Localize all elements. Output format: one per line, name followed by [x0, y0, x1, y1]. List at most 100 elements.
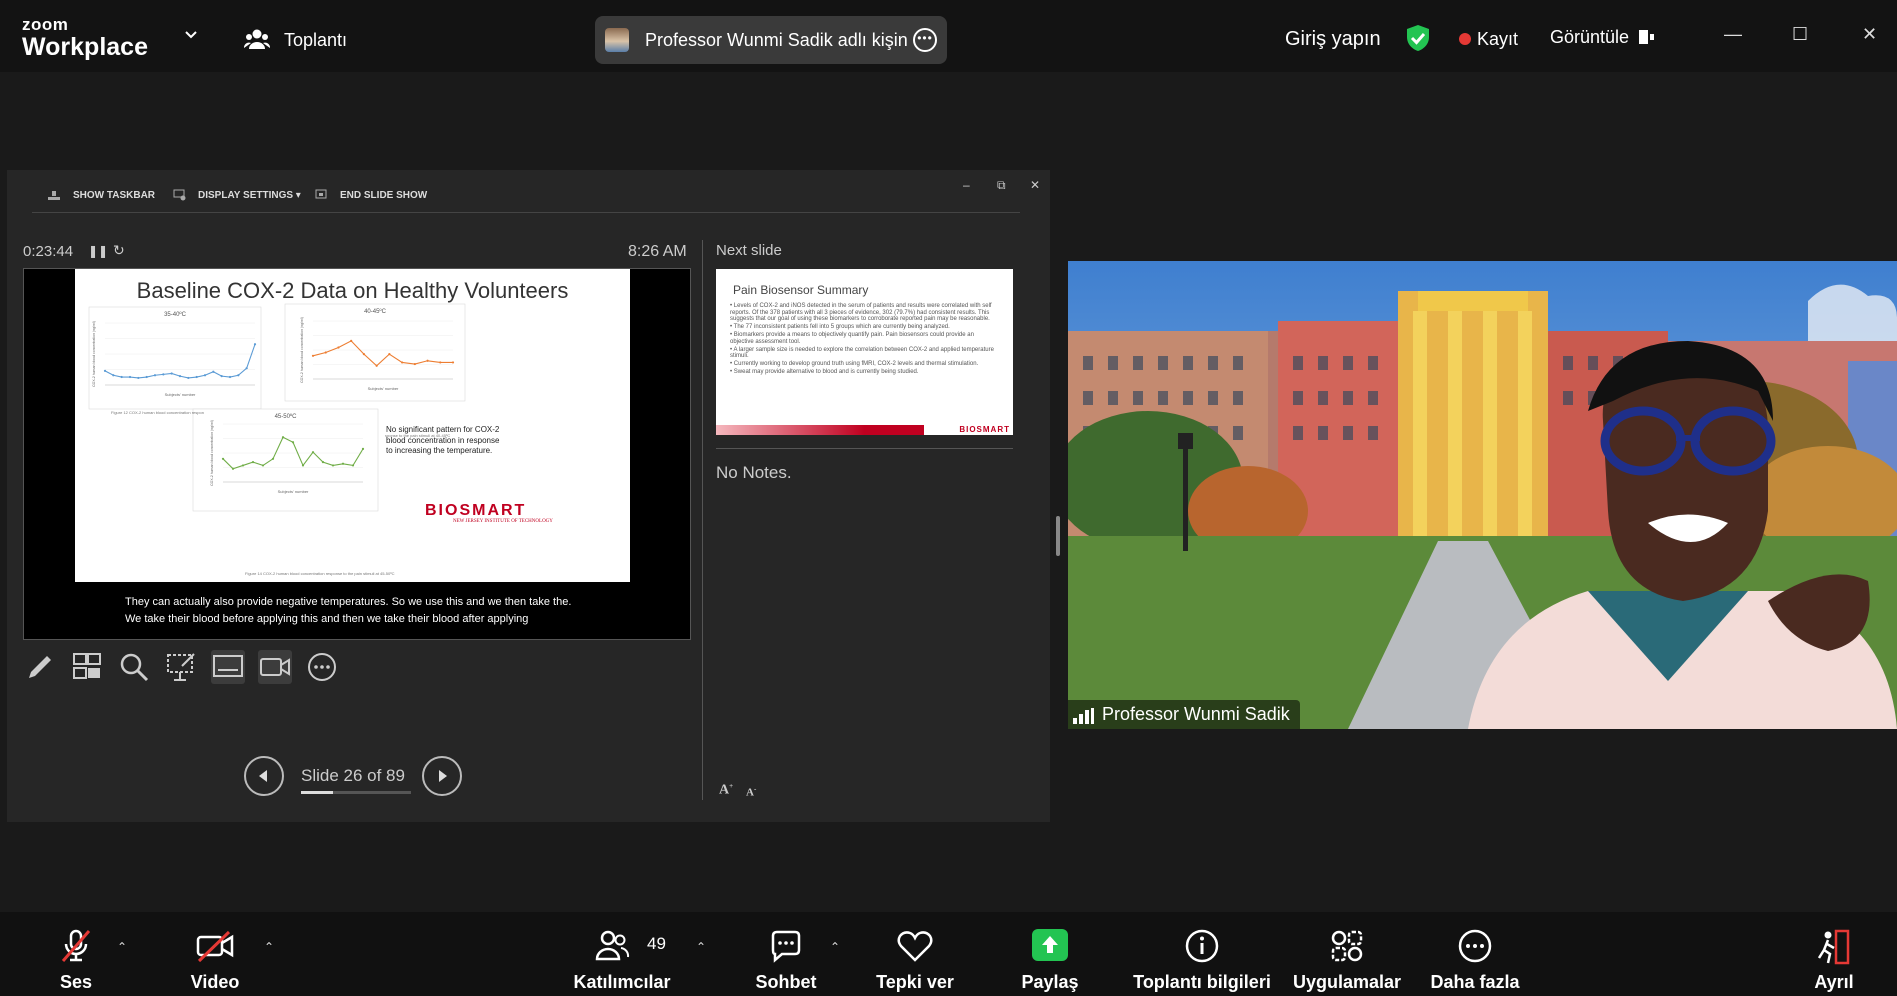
apps-button[interactable]: Uygulamalar: [1290, 912, 1404, 996]
leave-door-icon: [1817, 929, 1850, 965]
participants-button[interactable]: Katılımcılar: [570, 912, 674, 996]
next-slide-label: Next slide: [716, 242, 782, 259]
close-button[interactable]: ✕: [1862, 24, 1877, 45]
biosmart-subtitle: New Jersey Institute of Technology: [453, 519, 553, 524]
more-icon[interactable]: •••: [913, 28, 937, 52]
fig3-caption: Figure 14 COX-2 human blood concentratio…: [245, 571, 395, 576]
leave-button[interactable]: Ayrıl: [1800, 912, 1868, 996]
camera-toggle-icon[interactable]: [258, 650, 292, 684]
brand-workplace: Workplace: [22, 33, 148, 61]
chart-35-40: 35-40ºC Subjects' number COX-2 human blood…: [88, 306, 262, 410]
y-axis-label: COX-2 human blood concentration (ng/ml): [210, 420, 214, 486]
pres-minimize-button[interactable]: –: [963, 178, 970, 192]
next-slide-button[interactable]: [422, 756, 462, 796]
increase-font-icon[interactable]: A+: [719, 782, 733, 799]
participants-icon: [595, 930, 629, 961]
subtitles-icon[interactable]: [211, 650, 245, 684]
more-options-icon[interactable]: [305, 650, 339, 684]
react-button[interactable]: Tepki ver: [870, 912, 960, 996]
data-point: [361, 447, 365, 450]
display-settings-button[interactable]: DISPLAY SETTINGS ▾: [198, 190, 301, 201]
elapsed-timer: 0:23:44: [23, 243, 74, 260]
next-bullet: • Currently working to develop ground tr…: [730, 361, 979, 367]
show-taskbar-button[interactable]: SHOW TASKBAR: [73, 190, 155, 201]
chat-options-caret[interactable]: ⌃: [830, 940, 840, 954]
participant-name-tag: Professor Wunmi Sadik: [1068, 700, 1300, 729]
previous-slide-button[interactable]: [244, 756, 284, 796]
chat-button[interactable]: Sohbet: [746, 912, 826, 996]
data-point: [203, 374, 207, 377]
view-button[interactable]: Görüntüle: [1550, 27, 1629, 48]
react-label: Tepki ver: [876, 972, 954, 992]
audio-button[interactable]: Ses: [36, 912, 116, 996]
data-point: [120, 375, 123, 379]
chat-icon: [771, 930, 801, 963]
slide-counter[interactable]: Slide 26 of 89: [301, 766, 405, 786]
audio-options-caret[interactable]: ⌃: [117, 940, 127, 954]
record-dot-icon: [1459, 33, 1471, 45]
data-point: [245, 367, 248, 370]
next-bullet: • Biomarkers provide a means to objectiv…: [730, 332, 974, 345]
audio-label: Ses: [59, 972, 93, 992]
people-icon[interactable]: [244, 28, 270, 50]
data-point: [253, 343, 257, 346]
next-bullet: • Levels of COX-2 and iNOS detected in t…: [730, 303, 992, 322]
data-point: [362, 353, 366, 356]
pen-icon[interactable]: [23, 650, 57, 684]
laser-pointer-icon[interactable]: [164, 650, 198, 684]
divider: [716, 448, 1013, 449]
info-icon: [1185, 929, 1219, 963]
video-options-caret[interactable]: ⌃: [264, 940, 274, 954]
meeting-menu[interactable]: Toplantı: [284, 30, 347, 51]
data-point: [178, 375, 182, 378]
data-point: [145, 375, 148, 379]
data-point: [261, 464, 265, 467]
share-screen-icon: [1032, 929, 1068, 961]
record-button[interactable]: Kayıt: [1477, 29, 1518, 50]
slide-progress-bar: [301, 791, 411, 794]
share-label: Paylaş: [1021, 972, 1079, 992]
zoom-magnifier-icon[interactable]: [117, 650, 151, 684]
share-button[interactable]: Paylaş: [1010, 912, 1090, 996]
decrease-font-icon[interactable]: A-: [746, 785, 756, 799]
pres-restore-button[interactable]: ⧉: [997, 178, 1006, 193]
meeting-info-button[interactable]: Toplantı bilgileri: [1130, 912, 1274, 996]
active-speaker-pill[interactable]: Professor Wunmi Sadik adlı kişin •••: [595, 16, 947, 64]
minimize-button[interactable]: —: [1724, 24, 1742, 45]
data-point: [231, 467, 235, 470]
shield-check-icon[interactable]: [1406, 24, 1430, 52]
current-slide-frame[interactable]: Baseline COX-2 Data on Healthy Volunteer…: [23, 268, 691, 640]
panel-resize-handle[interactable]: [1056, 516, 1060, 556]
next-bullet: • The 77 inconsistent patients fell into…: [730, 324, 950, 330]
pres-close-button[interactable]: ✕: [1030, 178, 1040, 192]
x-axis-label: Subjects' number: [278, 489, 309, 494]
restart-timer-icon[interactable]: ↻: [113, 242, 125, 259]
muted-mic-icon: [61, 929, 91, 962]
next-slide-thumbnail[interactable]: Pain Biosensor Summary • Levels of COX-2…: [716, 269, 1013, 435]
next-slide-bullets: • Levels of COX-2 and iNOS detected in t…: [730, 303, 995, 377]
data-point: [241, 464, 245, 467]
next-slide-title: Pain Biosensor Summary: [733, 283, 869, 297]
all-slides-icon[interactable]: [70, 650, 104, 684]
speaker-avatar: [605, 28, 629, 52]
fig1-caption: Figure 12 COX-2 human blood concentratio…: [111, 410, 204, 415]
chart-title: 40-45ºC: [364, 308, 387, 315]
data-point: [388, 353, 391, 356]
data-point: [112, 374, 115, 377]
maximize-button[interactable]: ☐: [1792, 24, 1808, 45]
data-point: [337, 346, 340, 349]
taskbar-icon: [48, 191, 60, 200]
end-slide-show-button[interactable]: END SLIDE SHOW: [340, 190, 427, 201]
x-axis-label: Subjects' number: [165, 392, 196, 397]
view-layout-icon[interactable]: [1638, 29, 1656, 45]
chevron-down-icon[interactable]: [184, 30, 198, 40]
sign-in-link[interactable]: Giriş yapın: [1285, 28, 1381, 51]
participant-video[interactable]: [1068, 261, 1897, 729]
more-button[interactable]: Daha fazla: [1420, 912, 1530, 996]
data-point: [426, 359, 429, 362]
slide-charts: 35-40ºC Subjects' number COX-2 human blood…: [88, 303, 466, 576]
video-button[interactable]: Video: [175, 912, 255, 996]
pause-icon[interactable]: ❚❚: [88, 244, 108, 258]
participants-options-caret[interactable]: ⌃: [696, 940, 706, 954]
caption-line-1: They can actually also provide negative …: [125, 596, 572, 608]
